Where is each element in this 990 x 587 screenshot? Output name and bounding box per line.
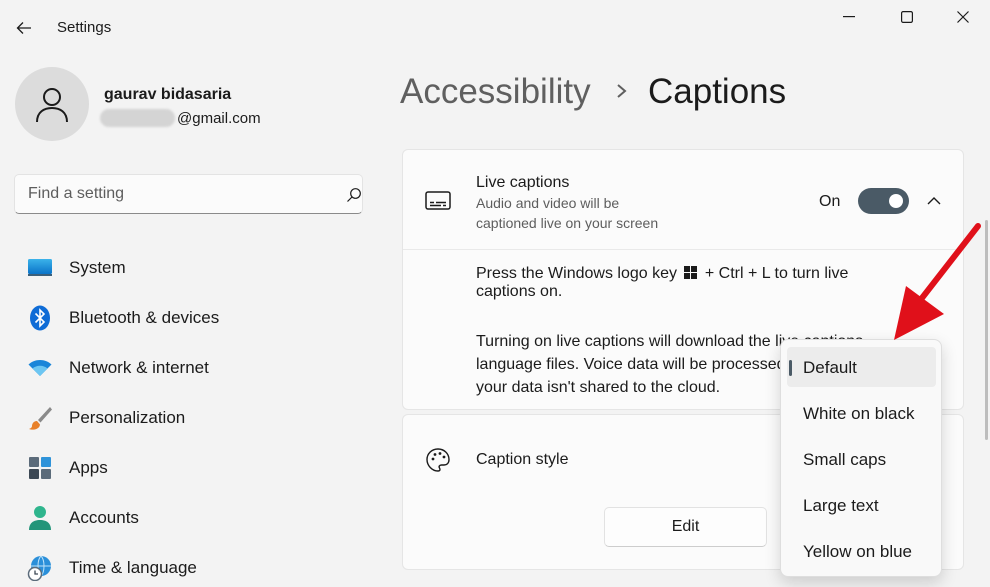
sidebar-item-personalization[interactable]: Personalization: [14, 393, 374, 443]
menu-option-default[interactable]: Default: [787, 347, 936, 387]
page-title: Captions: [648, 72, 787, 111]
sidebar-item-label: Apps: [69, 458, 108, 477]
shortcut-info: Press the Windows logo key + Ctrl + L to…: [476, 265, 849, 282]
person-icon: [36, 88, 68, 123]
menu-option-label: Small caps: [803, 450, 887, 469]
menu-option-label: Yellow on blue: [803, 542, 913, 561]
globe-clock-icon: [27, 555, 53, 581]
account-icon: [27, 505, 53, 531]
chevron-right-icon: [617, 84, 627, 98]
toggle-knob: [889, 194, 903, 208]
shortcut-info-cont: captions on.: [476, 283, 563, 300]
wifi-icon: [27, 355, 53, 381]
minimize-button[interactable]: [826, 4, 872, 30]
bluetooth-icon: [27, 305, 53, 331]
sidebar-item-label: Personalization: [69, 408, 186, 427]
sidebar-item-apps[interactable]: Apps: [14, 443, 374, 493]
live-captions-description: captioned live on your screen: [476, 215, 659, 231]
scrollbar[interactable]: [985, 220, 988, 440]
settings-window: Settings gaurav bidasaria @gmail.com Fin…: [0, 0, 990, 587]
apps-icon: [27, 455, 53, 481]
sidebar-nav: System Bluetooth & devices Network & int…: [14, 243, 374, 587]
toggle-state-label: On: [819, 193, 841, 210]
sidebar-item-accounts[interactable]: Accounts: [14, 493, 374, 543]
user-name: gaurav bidasaria: [104, 86, 232, 103]
menu-option-white-on-black[interactable]: White on black: [787, 393, 936, 433]
email-redaction: [100, 109, 175, 127]
caption-style-menu: Default White on black Small caps Large …: [780, 339, 942, 577]
palette-icon: [426, 448, 450, 472]
avatar[interactable]: [15, 67, 89, 141]
edit-button[interactable]: Edit: [604, 507, 767, 547]
caption-style-title: Caption style: [476, 451, 569, 468]
breadcrumb-parent[interactable]: Accessibility: [400, 72, 591, 112]
monitor-icon: [27, 255, 53, 281]
menu-option-label: Large text: [803, 496, 879, 515]
sidebar-item-label: Network & internet: [69, 358, 209, 377]
back-button[interactable]: [10, 14, 38, 42]
menu-option-small-caps[interactable]: Small caps: [787, 439, 936, 479]
download-info: your data isn't shared to the cloud.: [476, 379, 721, 396]
sidebar-item-network[interactable]: Network & internet: [14, 343, 374, 393]
chevron-up-icon[interactable]: [922, 191, 946, 211]
user-email-domain: @gmail.com: [177, 109, 261, 127]
sidebar-item-label: System: [69, 258, 126, 277]
close-icon: [957, 11, 969, 23]
search-icon[interactable]: [346, 187, 362, 203]
user-email: @gmail.com: [100, 107, 261, 129]
sidebar-item-label: Time & language: [69, 558, 197, 577]
maximize-button[interactable]: [884, 4, 930, 30]
minimize-icon: [843, 16, 855, 18]
sidebar-item-bluetooth[interactable]: Bluetooth & devices: [14, 293, 374, 343]
menu-option-label: White on black: [803, 404, 915, 423]
live-captions-description: Audio and video will be: [476, 195, 620, 211]
sidebar-item-system[interactable]: System: [14, 243, 374, 293]
search-box: [14, 174, 363, 214]
live-captions-title: Live captions: [476, 174, 570, 191]
sidebar-item-time-language[interactable]: Time & language: [14, 543, 374, 587]
sidebar-item-label: Bluetooth & devices: [69, 308, 220, 327]
back-arrow-icon: [16, 22, 31, 34]
brush-icon: [27, 405, 53, 431]
selection-indicator: [789, 360, 792, 376]
menu-option-label: Default: [803, 358, 857, 377]
sidebar-item-label: Accounts: [69, 508, 139, 527]
close-button[interactable]: [940, 4, 986, 30]
menu-option-large-text[interactable]: Large text: [787, 485, 936, 525]
divider: [403, 249, 963, 250]
live-captions-toggle[interactable]: [858, 188, 909, 214]
title-bar: Settings: [0, 0, 990, 50]
app-title: Settings: [57, 19, 112, 36]
menu-option-yellow-on-blue[interactable]: Yellow on blue: [787, 531, 936, 571]
captions-icon: [425, 191, 451, 210]
maximize-icon: [901, 11, 913, 23]
windows-logo-icon: [684, 266, 698, 279]
search-input[interactable]: [15, 175, 315, 213]
